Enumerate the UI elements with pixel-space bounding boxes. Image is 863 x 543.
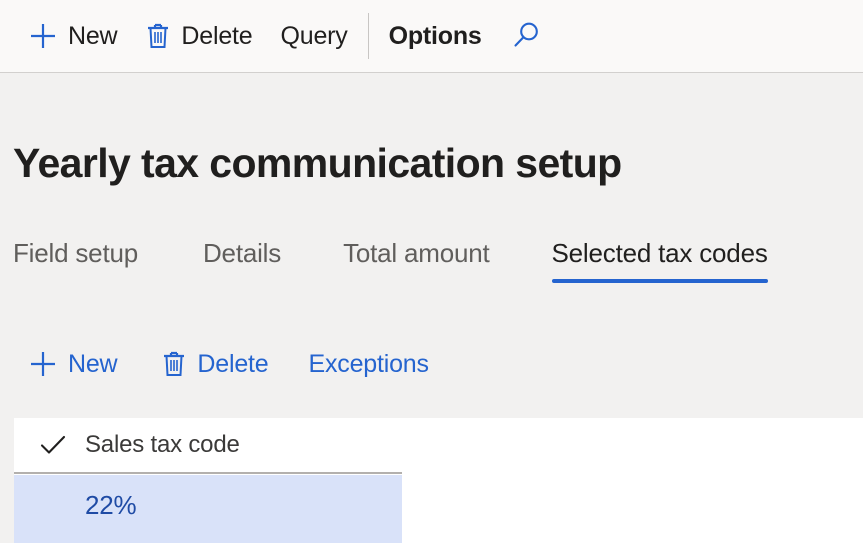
- toolbar-new-label: New: [68, 21, 118, 50]
- top-command-bar: New Delete Query Options: [0, 0, 863, 73]
- action-new-button[interactable]: New: [14, 342, 131, 386]
- trash-icon: [161, 349, 187, 379]
- tab-total-amount[interactable]: Total amount: [343, 238, 490, 283]
- toolbar-delete-label: Delete: [181, 21, 253, 50]
- plus-icon: [28, 21, 58, 51]
- action-new-label: New: [68, 349, 118, 378]
- column-header-sales-tax-code[interactable]: Sales tax code: [85, 431, 240, 459]
- toolbar-options-button[interactable]: Options: [375, 13, 496, 59]
- action-delete-label: Delete: [197, 349, 269, 378]
- table-row[interactable]: 22%: [14, 475, 402, 543]
- toolbar-query-button[interactable]: Query: [267, 13, 362, 59]
- toolbar-delete-button[interactable]: Delete: [131, 13, 266, 59]
- application-window: New Delete Query Options Yearly tax comm…: [0, 0, 863, 543]
- toolbar-divider: [367, 13, 369, 59]
- cell-sales-tax-code[interactable]: 22%: [85, 490, 137, 521]
- checkmark-icon[interactable]: [36, 430, 70, 460]
- toolbar-options-label: Options: [388, 21, 482, 50]
- page-title: Yearly tax communication setup: [13, 140, 622, 186]
- tax-codes-grid: Sales tax code 22%: [14, 418, 863, 543]
- search-icon: [510, 20, 542, 52]
- grid-action-bar: New Delete Exceptions: [0, 340, 863, 388]
- toolbar-search-button[interactable]: [496, 13, 556, 59]
- tab-field-setup[interactable]: Field setup: [13, 238, 138, 283]
- grid-header-underline: [14, 472, 402, 474]
- toolbar-new-button[interactable]: New: [14, 13, 131, 59]
- tab-bar: Field setup Details Total amount Selecte…: [0, 238, 863, 296]
- action-exceptions-label: Exceptions: [308, 349, 429, 378]
- action-delete-button[interactable]: Delete: [147, 342, 282, 386]
- plus-icon: [28, 349, 58, 379]
- tab-details[interactable]: Details: [203, 238, 281, 283]
- trash-icon: [145, 21, 171, 51]
- action-exceptions-button[interactable]: Exceptions: [295, 342, 443, 386]
- tab-selected-tax-codes[interactable]: Selected tax codes: [551, 238, 768, 283]
- toolbar-query-label: Query: [280, 21, 348, 50]
